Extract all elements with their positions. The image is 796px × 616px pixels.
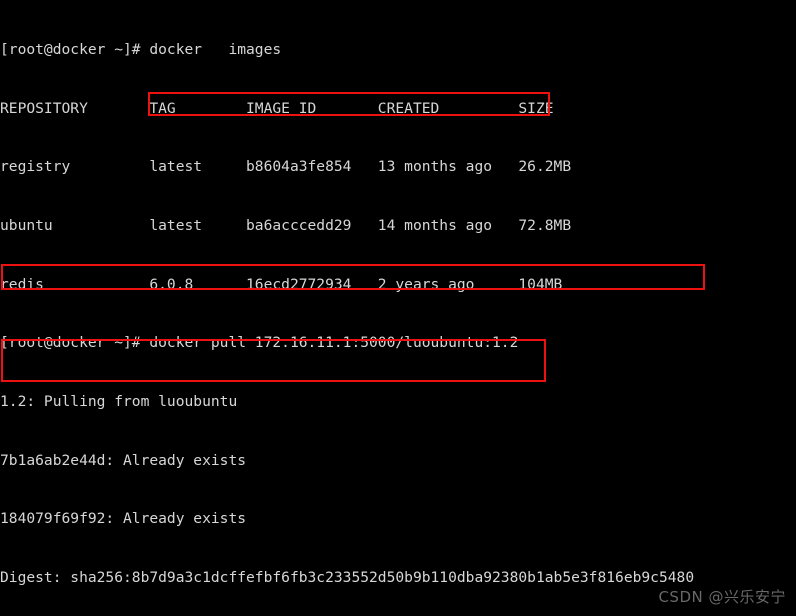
terminal-line: 7b1a6ab2e44d: Already exists	[0, 451, 247, 469]
terminal-line: ubuntu latest ba6acccedd29 14 months ago…	[0, 217, 572, 235]
terminal-line: [root@docker ~]# docker images	[0, 41, 282, 59]
terminal-line: registry latest b8604a3fe854 13 months a…	[0, 158, 572, 176]
terminal-line: redis 6.0.8 16ecd2772934 2 years ago 104…	[0, 275, 563, 293]
terminal-window[interactable]: [root@docker ~]# docker images REPOSITOR…	[0, 0, 796, 616]
terminal-line: 1.2: Pulling from luoubuntu	[0, 392, 238, 410]
terminal-output[interactable]: [root@docker ~]# docker images REPOSITOR…	[0, 0, 796, 616]
terminal-line: Digest: sha256:8b7d9a3c1dcffefbf6fb3c233…	[0, 568, 695, 586]
terminal-line: [root@docker ~]# docker pull 172.16.11.1…	[0, 334, 519, 352]
terminal-line: 184079f69f92: Already exists	[0, 510, 247, 528]
csdn-watermark: CSDN @兴乐安宁	[658, 588, 786, 607]
terminal-line: REPOSITORY TAG IMAGE ID CREATED SIZE	[0, 99, 554, 117]
